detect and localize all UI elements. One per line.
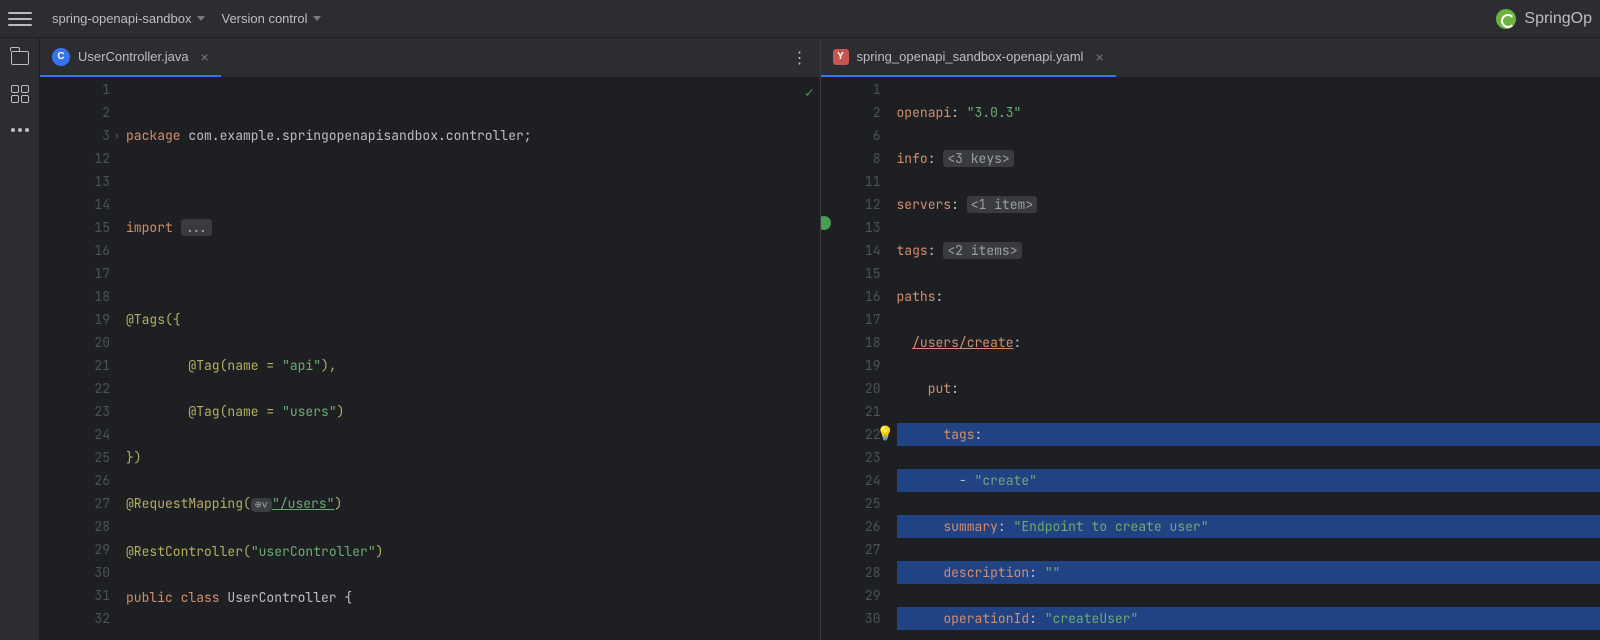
- java-class-icon: C: [52, 48, 70, 66]
- left-tab-bar: C UserController.java × ⋮: [40, 38, 820, 78]
- right-editor-pane: Y spring_openapi_sandbox-openapi.yaml × …: [821, 38, 1600, 640]
- run-config-label[interactable]: SpringOp: [1524, 10, 1592, 28]
- tab-kebab-menu[interactable]: ⋮: [780, 38, 820, 77]
- tab-filename: UserController.java: [78, 49, 189, 64]
- more-tool-icon[interactable]: [8, 118, 32, 142]
- vcs-label: Version control: [221, 11, 307, 26]
- left-code-content[interactable]: ✓ package com.example.springopenapisandb…: [118, 78, 820, 640]
- close-icon[interactable]: ×: [1095, 49, 1103, 65]
- right-code-content[interactable]: openapi: "3.0.3" info: <3 keys> servers:…: [889, 78, 1600, 640]
- left-gutter: 1 2 ›3 12 13 14 15 16 17 18 19 20 21 22 …: [40, 78, 118, 640]
- left-editor-pane: C UserController.java × ⋮ 1 2 ›3 12 13 1…: [40, 38, 821, 640]
- tab-openapi-yaml[interactable]: Y spring_openapi_sandbox-openapi.yaml ×: [821, 38, 1116, 77]
- project-tool-icon[interactable]: [8, 46, 32, 70]
- spring-icon: [1496, 9, 1516, 29]
- right-gutter: ▶1 2 6 8 11 12 13 14 15 16 17 18 19 20 2…: [821, 78, 889, 640]
- project-selector[interactable]: spring-openapi-sandbox: [44, 7, 213, 30]
- close-icon[interactable]: ×: [201, 49, 209, 65]
- structure-tool-icon[interactable]: [8, 82, 32, 106]
- left-toolbar: [0, 38, 40, 640]
- inspection-ok-icon[interactable]: ✓: [805, 82, 813, 105]
- tab-usercontroller[interactable]: C UserController.java ×: [40, 38, 221, 77]
- right-code-area[interactable]: ▶1 2 6 8 11 12 13 14 15 16 17 18 19 20 2…: [821, 78, 1600, 640]
- chevron-down-icon: [313, 16, 321, 21]
- tab-filename: spring_openapi_sandbox-openapi.yaml: [857, 49, 1084, 64]
- endpoint-gutter-icon[interactable]: [821, 216, 831, 230]
- bulb-icon[interactable]: 💡: [877, 423, 894, 446]
- menu-icon[interactable]: [8, 7, 32, 31]
- yaml-file-icon: Y: [833, 49, 849, 65]
- chevron-down-icon: [197, 16, 205, 21]
- project-name: spring-openapi-sandbox: [52, 11, 191, 26]
- top-header: spring-openapi-sandbox Version control S…: [0, 0, 1600, 38]
- vcs-menu[interactable]: Version control: [213, 7, 329, 30]
- left-code-area[interactable]: 1 2 ›3 12 13 14 15 16 17 18 19 20 21 22 …: [40, 78, 820, 640]
- right-tab-bar: Y spring_openapi_sandbox-openapi.yaml ×: [821, 38, 1600, 78]
